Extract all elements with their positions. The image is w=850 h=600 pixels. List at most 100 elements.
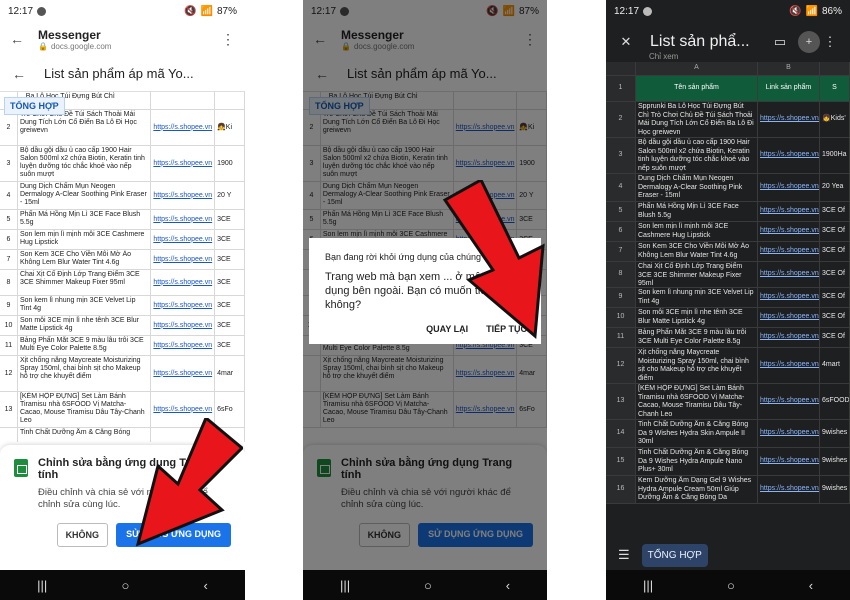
back-arrow-icon[interactable]: ← (8, 30, 26, 48)
row-number: 7 (606, 242, 636, 261)
extra-cell: 3CE (215, 250, 245, 269)
product-link-cell[interactable]: https://s.shopee.vn/ (758, 476, 820, 503)
product-name-cell: Son lem mịn lì mịnh môi 3CE Cashmere Hug… (18, 230, 152, 249)
product-name-cell: Bảng Phấn Mắt 3CE 9 màu lâu trôi 3CE Mul… (18, 336, 152, 355)
row-number: 11 (0, 336, 18, 355)
product-name-cell: Dung Dịch Chấm Mụn Neogen Dermalogy A-Cl… (636, 174, 758, 201)
back-icon[interactable]: ‹ (506, 578, 510, 593)
extra-cell: 6sFOOD (820, 384, 850, 419)
product-link-cell[interactable]: https://s.shopee.vn (151, 270, 216, 295)
product-link-cell[interactable]: https://s.shopee.vn/ (758, 348, 820, 383)
table-row: 6Son lem mịn lì mịnh môi 3CE Cashmere Hu… (606, 222, 850, 242)
row-number: 1 (606, 76, 636, 101)
product-name-cell: Bảng Phấn Mắt 3CE 9 màu lâu trôi 3CE Mul… (636, 328, 758, 347)
table-row: 7Son Kem 3CE Cho Viền Môi Mờ Ảo Không Le… (606, 242, 850, 262)
product-link-cell[interactable]: https://s.shopee.vn/ (758, 138, 820, 173)
menu-icon[interactable]: ☰ (618, 547, 630, 563)
row-number: 2 (0, 110, 18, 145)
mute-icon: 🔇 (789, 5, 802, 17)
recent-apps-icon[interactable]: ||| (37, 578, 47, 593)
dark-rows-container: 2 Spprunki Ba Lô Học Túi Đựng Bút Chì Trò… (606, 102, 850, 504)
sheets-app-toolbar: ✕ List sản phẩ... ▭ + ⋮ (606, 22, 850, 62)
product-name-cell: Son kem lì nhung mịn 3CE Velvet Lip Tint… (636, 288, 758, 307)
product-link-cell[interactable]: https://s.shopee.vn (151, 316, 216, 335)
home-icon[interactable]: ○ (121, 578, 129, 593)
recent-apps-icon[interactable]: ||| (643, 578, 653, 593)
column-a-header[interactable]: A (636, 62, 758, 75)
phone-screen-1: 12:17 🔇 📶 87% ← Messenger 🔒 docs.google.c… (0, 0, 245, 600)
table-row: 13 [KÈM HỘP ĐỰNG] Set Làm Bánh Tiramisu n… (606, 384, 850, 420)
product-link-cell[interactable]: https://s.shopee.vn/ (758, 242, 820, 261)
doc-toolbar: ← List sản phẩm áp mã Yo... (0, 56, 245, 92)
header-extra: S (820, 76, 850, 101)
product-link-cell[interactable]: https://s.shopee.vn/ (758, 328, 820, 347)
extra-cell: 3CE (215, 296, 245, 315)
product-link-cell[interactable]: https://s.shopee.vn/ (758, 174, 820, 201)
product-link-cell[interactable]: https://s.shopee.vn (151, 296, 216, 315)
product-link-cell[interactable]: https://s.shopee.vn/ (758, 384, 820, 419)
product-link-cell[interactable]: https://s.shopee.vn (151, 230, 216, 249)
red-arrow-annotation (135, 418, 243, 547)
red-arrow-annotation (442, 180, 545, 340)
product-link-cell[interactable]: https://s.shopee.vn (151, 210, 216, 229)
product-link-cell[interactable]: https://s.shopee.vn/ (758, 308, 820, 327)
row-number: 5 (606, 202, 636, 221)
product-link-cell[interactable]: https://s.shopee.vn (151, 250, 216, 269)
spreadsheet-grid[interactable]: ...Ba Lô Học Túi Đựng Bút Chì2Trò Chơi C… (0, 92, 245, 442)
product-name-cell: Phấn Má Hồng Mịn Lì 3CE Face Blush 5.5g (636, 202, 758, 221)
product-link-cell[interactable]: https://s.shopee.vn/ (758, 262, 820, 287)
recent-apps-icon[interactable]: ||| (340, 578, 350, 593)
row-number: 13 (0, 392, 18, 427)
row-number: 12 (0, 356, 18, 391)
close-icon[interactable]: ✕ (616, 32, 636, 52)
product-link-cell[interactable]: https://s.shopee.vn (151, 146, 216, 181)
product-link-cell[interactable]: https://s.shopee.vn (151, 356, 216, 391)
product-link-cell[interactable] (151, 92, 216, 109)
mute-icon: 🔇 (184, 5, 197, 17)
comment-icon[interactable]: ▭ (770, 32, 790, 52)
extra-cell: 20 Yea (820, 174, 850, 201)
column-c-header[interactable] (820, 62, 850, 75)
back-icon[interactable]: ‹ (204, 578, 208, 593)
more-vert-icon[interactable]: ⋮ (820, 32, 840, 52)
table-row: 10Son môi 3CE mịn lì nhe tênh 3CE Blur M… (0, 316, 245, 336)
product-link-cell[interactable]: https://s.shopee.vn/ (758, 420, 820, 447)
extra-cell: 3CE Of (820, 262, 850, 287)
extra-cell: 3CE Of (820, 308, 850, 327)
row-number: 15 (606, 448, 636, 475)
home-icon[interactable]: ○ (727, 578, 735, 593)
back-icon[interactable]: ‹ (809, 578, 813, 593)
row-number: 2 (606, 102, 636, 137)
spreadsheet-grid[interactable]: A B 1 Tên sản phẩm Link sản phẩm S 2 Sppr… (606, 62, 850, 540)
back-arrow-icon[interactable]: ← (10, 65, 28, 83)
extra-cell: 👧Kids' (820, 102, 850, 137)
more-vert-icon[interactable]: ⋮ (219, 30, 237, 48)
extra-cell: 9wishes (820, 476, 850, 503)
product-link-cell[interactable]: https://s.shopee.vn/ (758, 448, 820, 475)
column-b-header[interactable]: B (758, 62, 820, 75)
product-link-cell[interactable]: https://s.shopee.vn (151, 336, 216, 355)
extra-cell: 3CE Of (820, 328, 850, 347)
phone-screen-2: 12:17 🔇 📶 87% ← Messenger 🔒docs.google.c… (303, 0, 547, 600)
product-link-cell[interactable]: https://s.shopee.vn/ (758, 222, 820, 241)
wifi-icon: 📶 (805, 5, 818, 17)
android-nav-bar: ||| ○ ‹ (0, 570, 245, 600)
status-time: 12:17 (614, 5, 640, 17)
row-number: 3 (0, 146, 18, 181)
messenger-notification-icon (643, 6, 653, 16)
product-link-cell[interactable]: https://s.shopee.vn (151, 110, 216, 145)
sheet-tab-tong-hop[interactable]: TỔNG HỢP (641, 543, 708, 567)
product-link-cell[interactable]: https://s.shopee.vn/ (758, 102, 820, 137)
table-row: 2 Spprunki Ba Lô Học Túi Đựng Bút Chì Trò… (606, 102, 850, 138)
sheet-tab-chip[interactable]: TỔNG HỢP (4, 97, 65, 115)
home-icon[interactable]: ○ (424, 578, 432, 593)
product-link-cell[interactable]: https://s.shopee.vn/ (758, 202, 820, 221)
share-user-icon[interactable]: + (798, 31, 820, 53)
product-link-cell[interactable]: https://s.shopee.vn (151, 182, 216, 209)
row-number: 7 (0, 250, 18, 269)
table-row: 6Son lem mịn lì mịnh môi 3CE Cashmere Hu… (0, 230, 245, 250)
product-link-cell[interactable]: https://s.shopee.vn/ (758, 288, 820, 307)
extra-cell: 3CE Of (820, 202, 850, 221)
table-row: 14 Tinh Chất Dưỡng Ẩm & Căng Bóng Da 9 Wi… (606, 420, 850, 448)
no-button[interactable]: KHÔNG (56, 523, 109, 547)
